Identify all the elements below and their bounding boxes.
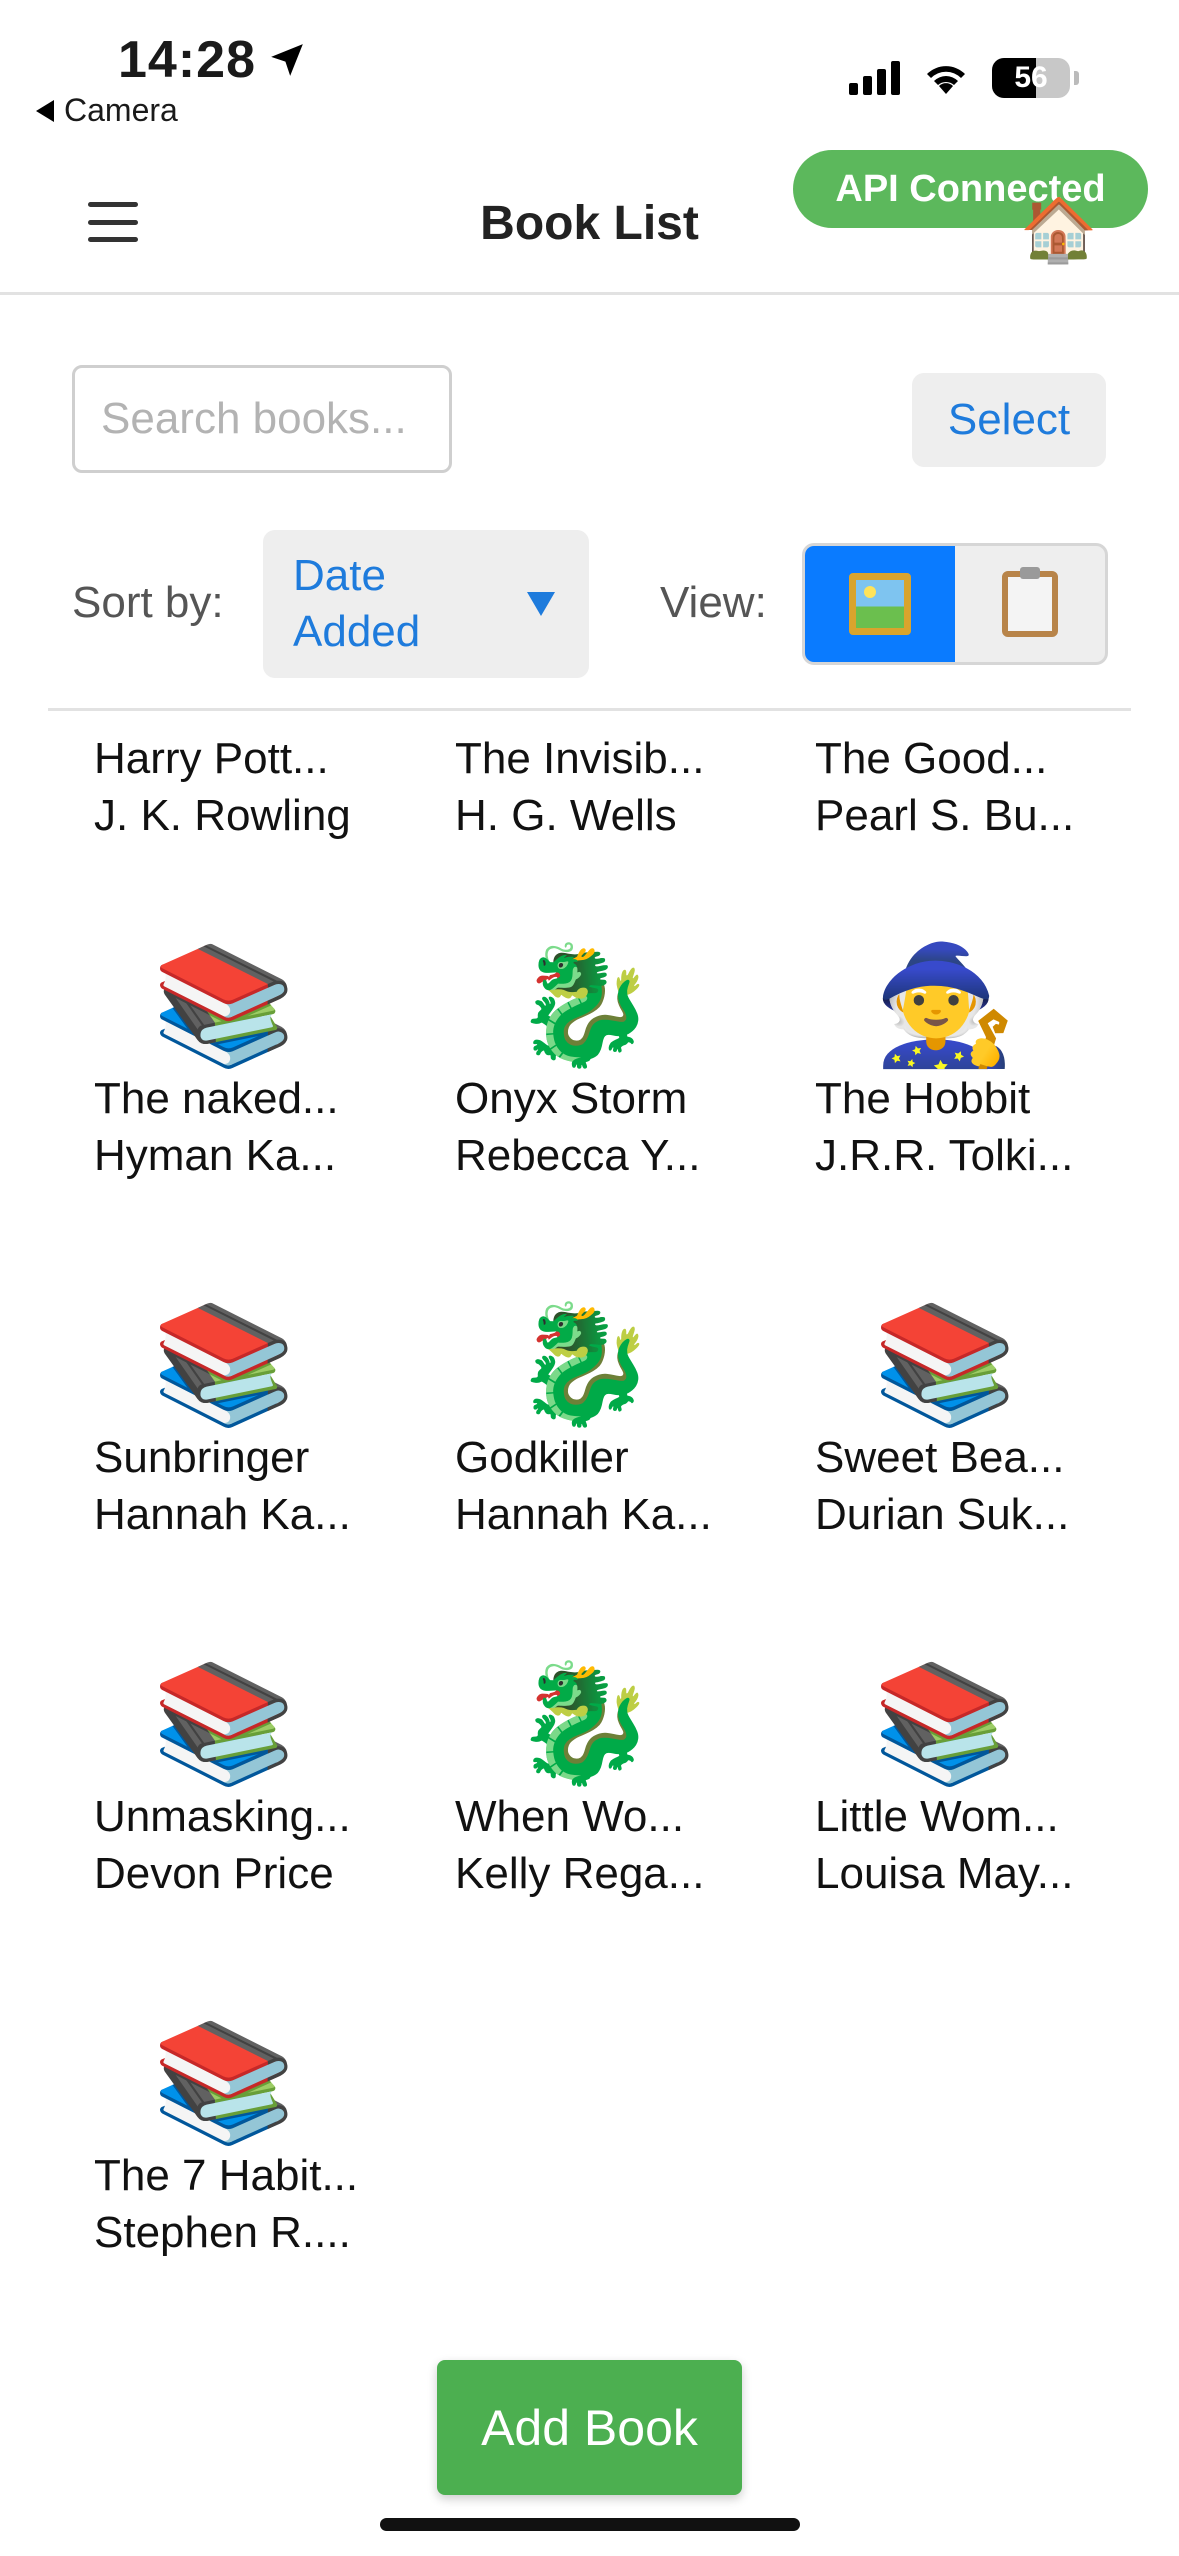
- book-author: Rebecca Y...: [455, 1131, 701, 1180]
- battery-icon: 56: [992, 58, 1070, 98]
- add-book-button[interactable]: Add Book: [437, 2360, 742, 2495]
- books-icon: 📚: [872, 1658, 1018, 1788]
- dragon-icon: 🐉: [512, 940, 658, 1070]
- book-title: Little Wom...: [815, 1792, 1059, 1841]
- house-icon[interactable]: 🏠: [1020, 200, 1097, 262]
- back-triangle-icon: [36, 99, 54, 122]
- book-card[interactable]: 🐉 When Wo... Kelly Rega...: [455, 1658, 795, 1902]
- book-card[interactable]: 📚 Sweet Bea... Durian Suk...: [815, 1299, 1155, 1543]
- book-title: Sweet Bea...: [815, 1433, 1065, 1482]
- battery-cap: [1074, 71, 1079, 85]
- books-icon: 📚: [151, 1658, 297, 1788]
- book-author: Pearl S. Bu...: [815, 791, 1075, 840]
- book-author: Hyman Ka...: [94, 1131, 337, 1180]
- book-title: The Hobbit: [815, 1074, 1031, 1123]
- book-card[interactable]: 📚 The 7 Habit... Stephen R....: [94, 2017, 434, 2261]
- book-card[interactable]: 📚 Sunbringer Hannah Ka...: [94, 1299, 434, 1543]
- book-card[interactable]: 📚 Unmasking... Devon Price: [94, 1658, 434, 1902]
- location-arrow-icon: [271, 44, 303, 76]
- book-author: Durian Suk...: [815, 1490, 1070, 1539]
- dragon-icon: 🐉: [512, 1658, 658, 1788]
- select-button[interactable]: Select: [912, 373, 1106, 467]
- book-title: The naked...: [94, 1074, 339, 1123]
- book-title: Harry Pott...: [94, 734, 329, 783]
- book-author: Stephen R....: [94, 2208, 351, 2257]
- book-author: J. K. Rowling: [94, 791, 351, 840]
- wizard-icon: 🧙: [872, 940, 1018, 1070]
- sort-dropdown[interactable]: Date Added: [263, 530, 589, 678]
- back-app-label: Camera: [64, 92, 178, 128]
- wifi-icon: [927, 66, 965, 94]
- controls-divider: [48, 708, 1131, 711]
- books-icon: 📚: [151, 940, 297, 1070]
- book-card[interactable]: 📚 The naked... Hyman Ka...: [94, 940, 434, 1184]
- book-author: Devon Price: [94, 1849, 334, 1898]
- book-author: H. G. Wells: [455, 791, 677, 840]
- book-title: Unmasking...: [94, 1792, 351, 1841]
- cellular-signal-icon: [849, 61, 900, 95]
- book-title: The Invisib...: [455, 734, 705, 783]
- clipboard-icon: [1002, 567, 1058, 637]
- book-card[interactable]: 🐉 Onyx Storm Rebecca Y...: [455, 940, 795, 1184]
- book-author: Kelly Rega...: [455, 1849, 705, 1898]
- sort-dropdown-value: Date Added: [293, 551, 421, 656]
- caret-down-icon: [527, 592, 555, 616]
- books-icon: 📚: [151, 1299, 297, 1429]
- books-icon: 📚: [872, 1299, 1018, 1429]
- view-label: View:: [660, 578, 767, 627]
- search-input[interactable]: [72, 365, 452, 473]
- books-icon: 📚: [151, 2017, 297, 2147]
- book-card[interactable]: The Invisib... H. G. Wells: [455, 730, 795, 844]
- status-icons: 56: [849, 58, 1079, 98]
- book-title: Godkiller: [455, 1433, 629, 1482]
- book-card[interactable]: The Good... Pearl S. Bu...: [815, 730, 1155, 844]
- status-time-text: 14:28: [118, 31, 256, 89]
- book-title: When Wo...: [455, 1792, 685, 1841]
- status-time: 14:28: [118, 30, 306, 90]
- book-title: The Good...: [815, 734, 1048, 783]
- book-card[interactable]: Harry Pott... J. K. Rowling: [94, 730, 434, 844]
- grid-view-button[interactable]: [805, 546, 955, 662]
- sort-label: Sort by:: [72, 578, 224, 627]
- book-author: Louisa May...: [815, 1849, 1074, 1898]
- dragon-icon: 🐉: [512, 1299, 658, 1429]
- header-divider: [0, 292, 1179, 295]
- back-to-app-link[interactable]: Camera: [36, 92, 178, 129]
- home-indicator: [380, 2518, 800, 2531]
- book-card[interactable]: 🐉 Godkiller Hannah Ka...: [455, 1299, 795, 1543]
- list-view-button[interactable]: [955, 546, 1105, 662]
- framed-picture-icon: [849, 573, 911, 635]
- book-title: Onyx Storm: [455, 1074, 688, 1123]
- book-title: The 7 Habit...: [94, 2151, 359, 2200]
- battery-percent: 56: [1014, 61, 1048, 94]
- book-author: Hannah Ka...: [94, 1490, 351, 1539]
- book-card[interactable]: 📚 Little Wom... Louisa May...: [815, 1658, 1155, 1902]
- book-author: Hannah Ka...: [455, 1490, 712, 1539]
- book-card[interactable]: 🧙 The Hobbit J.R.R. Tolki...: [815, 940, 1155, 1184]
- book-author: J.R.R. Tolki...: [815, 1131, 1074, 1180]
- view-toggle[interactable]: [802, 543, 1108, 665]
- book-title: Sunbringer: [94, 1433, 310, 1482]
